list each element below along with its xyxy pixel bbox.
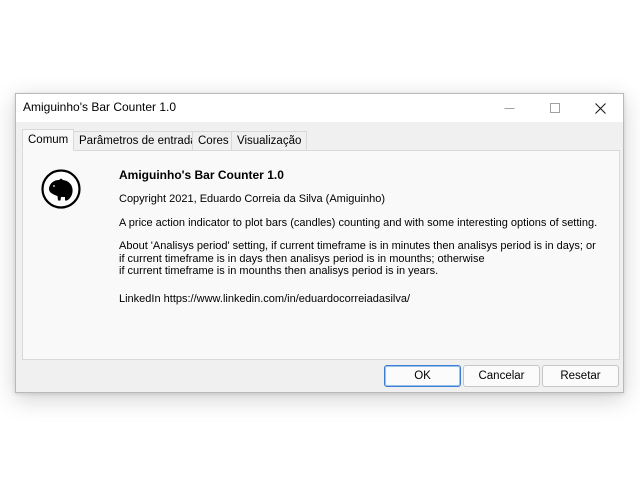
cancel-button[interactable]: Cancelar [463, 365, 540, 387]
dialog-window: Amiguinho's Bar Counter 1.0 Comum Parâme… [15, 93, 624, 393]
tab-comum[interactable]: Comum [22, 129, 75, 151]
reset-button[interactable]: Resetar [542, 365, 619, 387]
period-note-line-1: About 'Analisys period' setting, if curr… [119, 240, 596, 252]
close-button[interactable] [577, 94, 623, 122]
period-note-line-2: if current timeframe is in days then ana… [119, 252, 485, 265]
tab-panel-comum: Amiguinho's Bar Counter 1.0 Copyright 20… [22, 150, 620, 360]
minimize-button[interactable] [486, 94, 532, 122]
maximize-button[interactable] [532, 94, 578, 122]
tab-parametros-de-entrada[interactable]: Parâmetros de entrada [73, 131, 203, 150]
about-content: Amiguinho's Bar Counter 1.0 Copyright 20… [119, 168, 609, 316]
tab-strip: Comum Parâmetros de entrada Cores Visual… [22, 129, 622, 151]
ok-button[interactable]: OK [384, 365, 461, 387]
copyright-text: Copyright 2021, Eduardo Correia da Silva… [119, 193, 385, 205]
period-note: About 'Analisys period' setting, if curr… [119, 240, 609, 278]
maximize-icon [549, 102, 560, 113]
minimize-icon [504, 107, 514, 109]
title-bar[interactable]: Amiguinho's Bar Counter 1.0 [16, 94, 623, 122]
window-title: Amiguinho's Bar Counter 1.0 [23, 100, 177, 114]
capybara-logo-icon [41, 169, 81, 209]
description-text: A price action indicator to plot bars (c… [119, 217, 598, 229]
about-heading: Amiguinho's Bar Counter 1.0 [119, 168, 284, 182]
close-icon [594, 102, 606, 114]
linkedin-text: LinkedIn https://www.linkedin.com/in/edu… [119, 292, 411, 305]
tab-visualizacao[interactable]: Visualização [231, 131, 308, 150]
period-note-line-3: if current timeframe is in mounths then … [119, 265, 439, 277]
tab-cores[interactable]: Cores [192, 131, 235, 150]
